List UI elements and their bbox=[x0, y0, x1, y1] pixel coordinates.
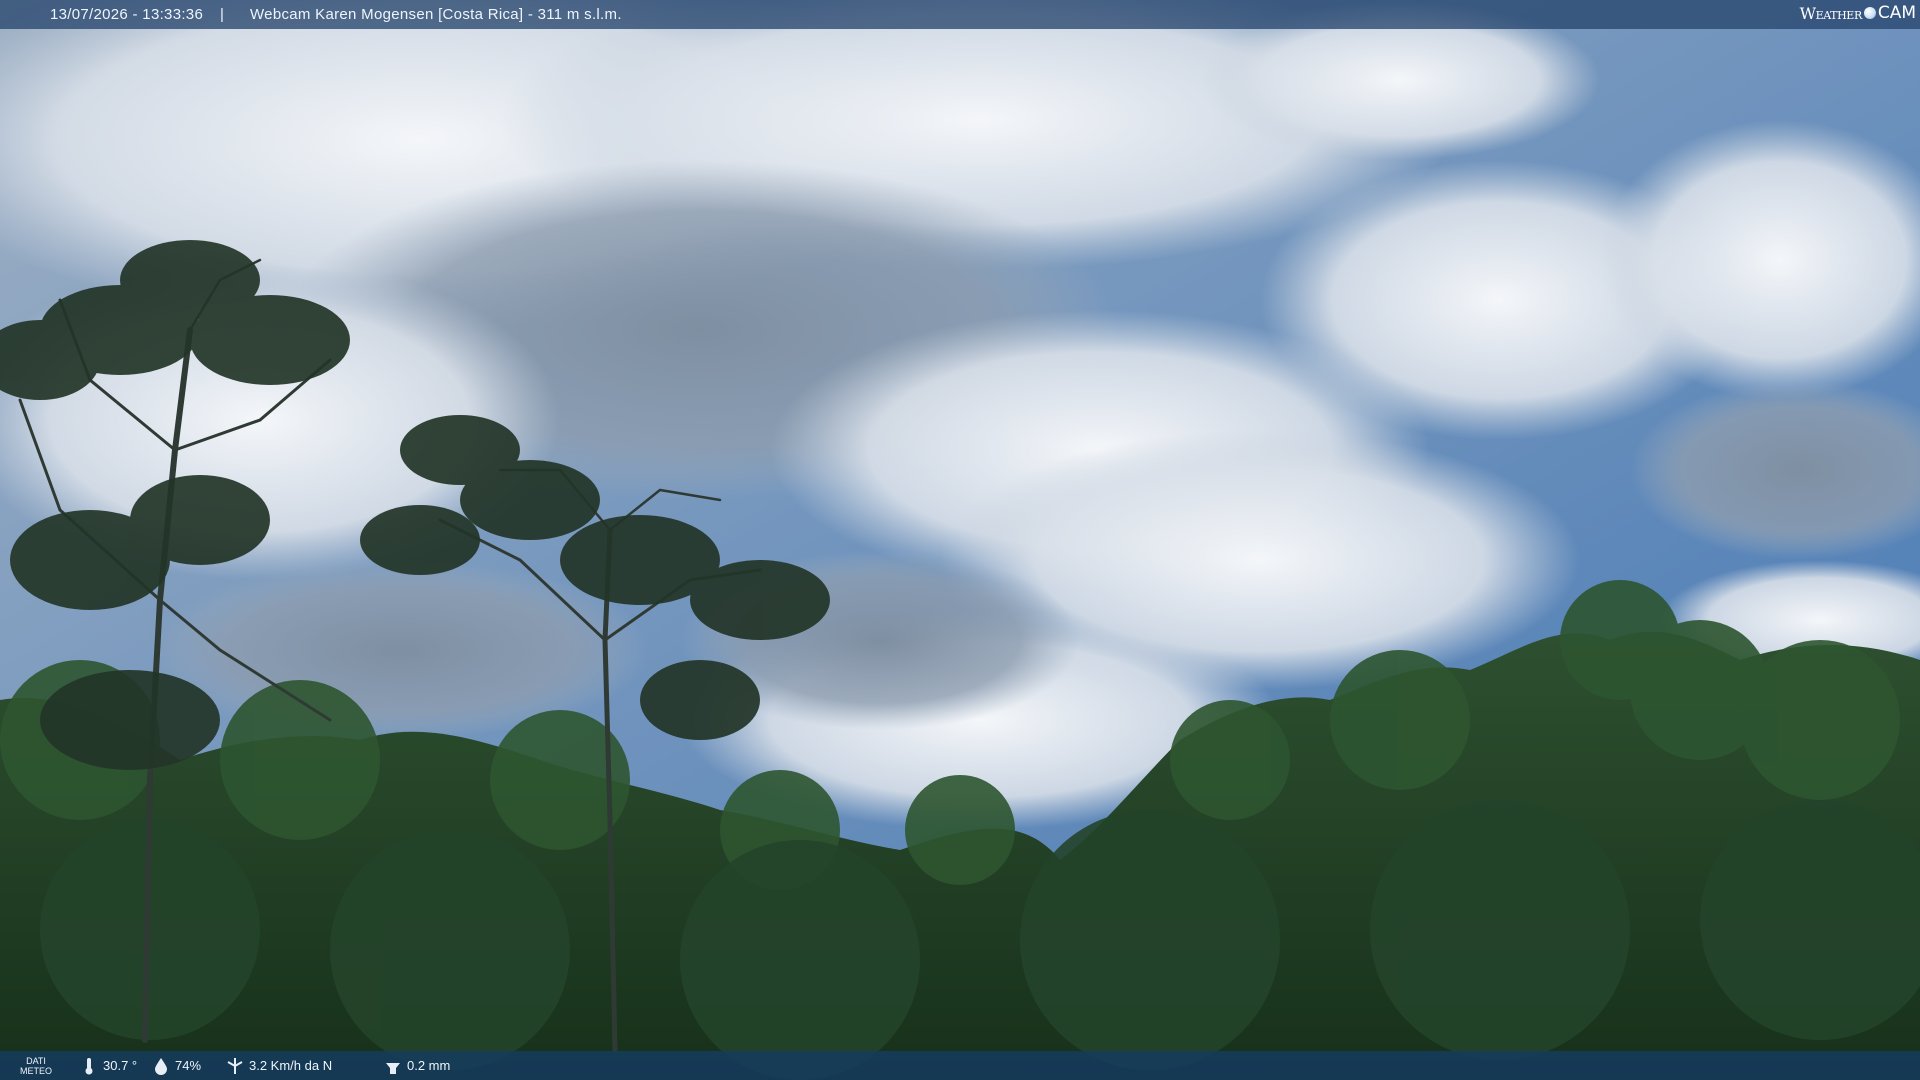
wind-icon bbox=[227, 1057, 243, 1074]
temperature-value: 30.7 ° bbox=[103, 1058, 138, 1073]
rain-reading: 0.2 mm bbox=[384, 1051, 450, 1080]
logo-weather-text: Weather bbox=[1799, 3, 1863, 23]
datetime-label: 13/07/2026 - 13:33:36 bbox=[50, 6, 204, 23]
wind-reading: 3.2 Km/h da N bbox=[226, 1051, 332, 1080]
rain-gauge-icon bbox=[386, 1062, 400, 1074]
header-separator: | bbox=[220, 6, 224, 23]
humidity-reading: 74% bbox=[152, 1051, 201, 1080]
top-info-bar: 13/07/2026 - 13:33:36 | Webcam Karen Mog… bbox=[0, 0, 1920, 29]
logo-globe-icon bbox=[1863, 7, 1876, 19]
webcam-image bbox=[0, 0, 1920, 1080]
humidity-value: 74% bbox=[175, 1058, 202, 1073]
dati-label-line1: DATI bbox=[26, 1055, 46, 1066]
dati-meteo-label: DATI METEO bbox=[20, 1051, 52, 1080]
temperature-reading: 30.7 ° bbox=[80, 1051, 137, 1080]
thermometer-icon bbox=[85, 1057, 93, 1074]
rain-value: 0.2 mm bbox=[407, 1058, 451, 1073]
dati-label-line2: METEO bbox=[20, 1065, 53, 1076]
weathercam-logo[interactable]: Weather CAM bbox=[1800, 3, 1916, 23]
weather-data-bar: DATI METEO 30.7 ° 74% 3.2 Km/h da N 0.2 … bbox=[0, 1051, 1920, 1080]
logo-cam-text: CAM bbox=[1877, 3, 1916, 23]
webcam-title: Webcam Karen Mogensen [Costa Rica] - 311… bbox=[250, 6, 622, 23]
humidity-drop-icon bbox=[155, 1057, 167, 1075]
wind-value: 3.2 Km/h da N bbox=[249, 1058, 333, 1073]
